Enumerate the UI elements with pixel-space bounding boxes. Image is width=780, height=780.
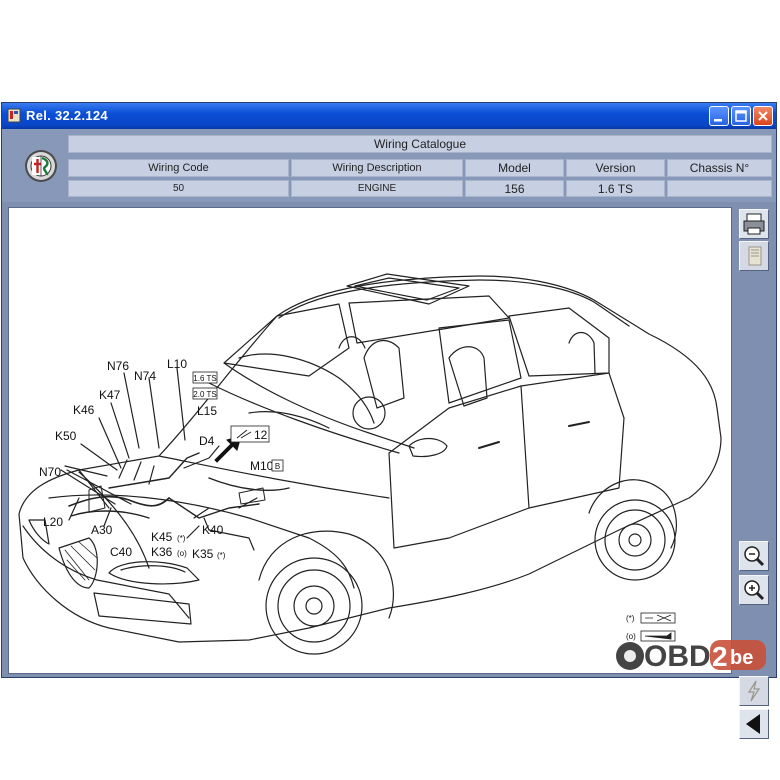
label-L20: L20: [43, 515, 63, 529]
label-N74: N74: [134, 369, 156, 383]
label-M10: M10: [250, 459, 274, 473]
app-window: Rel. 32.2.124 Wiring Catalogue Wiring Co…: [1, 102, 777, 739]
label-D4: D4: [199, 434, 215, 448]
print-button[interactable]: [739, 209, 769, 239]
label-K36: K36: [151, 545, 173, 559]
zoom-in-icon: [744, 580, 765, 601]
back-button[interactable]: [739, 709, 769, 739]
label-L15: L15: [197, 404, 217, 418]
version-value: 1.6 TS: [566, 180, 665, 197]
minimize-icon: [714, 119, 722, 122]
watermark-text-c: be: [730, 647, 753, 669]
back-arrow-icon: [746, 714, 760, 734]
chassis-header: Chassis N°: [667, 159, 772, 177]
wiring-description-header: Wiring Description: [291, 159, 463, 177]
alfa-romeo-logo: [25, 150, 57, 182]
wiring-diagram-canvas[interactable]: 1.6 TS 2.0 TS N76 N74 L10 K47 K46 L15 K5…: [8, 207, 732, 674]
label-C40: C40: [110, 545, 132, 559]
label-K50: K50: [55, 429, 77, 443]
lightning-icon: [747, 680, 761, 702]
app-icon: [7, 108, 21, 123]
version-box-bottom: 2.0 TS: [193, 390, 216, 399]
label-K35: K35: [192, 547, 214, 561]
version-header: Version: [566, 159, 665, 177]
car-wiring-drawing: 1.6 TS 2.0 TS N76 N74 L10 K47 K46 L15 K5…: [18, 273, 722, 655]
label-L10: L10: [167, 357, 187, 371]
model-value: 156: [465, 180, 564, 197]
label-K36-mark: (o): [177, 549, 187, 558]
book-button[interactable]: [739, 241, 769, 271]
legend-asterisk: (*): [626, 614, 635, 623]
maximize-button[interactable]: [731, 106, 751, 126]
wiring-code-header: Wiring Code: [68, 159, 289, 177]
model-header: Model: [465, 159, 564, 177]
label-K35-mark: (*): [217, 551, 226, 560]
obd2be-watermark: OBD 2 be: [616, 640, 766, 673]
wiring-description-value: ENGINE: [291, 180, 463, 197]
book-icon: [748, 246, 762, 266]
close-icon: [758, 111, 768, 121]
maximize-icon: [735, 110, 747, 122]
window-title: Rel. 32.2.124: [26, 108, 108, 123]
title-bar[interactable]: Rel. 32.2.124: [2, 103, 776, 129]
label-M10-badge: B: [275, 462, 280, 471]
watermark-text-a: OBD: [644, 640, 711, 673]
flash-button[interactable]: [739, 676, 769, 706]
label-A30: A30: [91, 523, 113, 537]
label-K47: K47: [99, 388, 121, 402]
printer-icon: [743, 213, 765, 235]
zoom-out-button[interactable]: [739, 541, 769, 571]
label-N70: N70: [39, 465, 61, 479]
wiring-code-value: 50: [68, 180, 289, 197]
minimize-button[interactable]: [709, 106, 729, 126]
label-N76: N76: [107, 359, 129, 373]
label-K40: K40: [202, 523, 224, 537]
version-box-top: 1.6 TS: [193, 374, 216, 383]
label-K45-mark: (*): [177, 534, 186, 543]
label-K46: K46: [73, 403, 95, 417]
zoom-in-button[interactable]: [739, 575, 769, 605]
close-button[interactable]: [753, 106, 773, 126]
zoom-out-icon: [744, 546, 765, 567]
watermark-text-b: 2: [712, 641, 728, 672]
label-K45: K45: [151, 530, 173, 544]
catalogue-title: Wiring Catalogue: [68, 135, 772, 153]
chassis-value: [667, 180, 772, 197]
right-toolbar: [734, 207, 776, 739]
label-12: 12: [254, 428, 268, 442]
catalogue-header: Wiring Catalogue Wiring Code Wiring Desc…: [2, 129, 776, 202]
